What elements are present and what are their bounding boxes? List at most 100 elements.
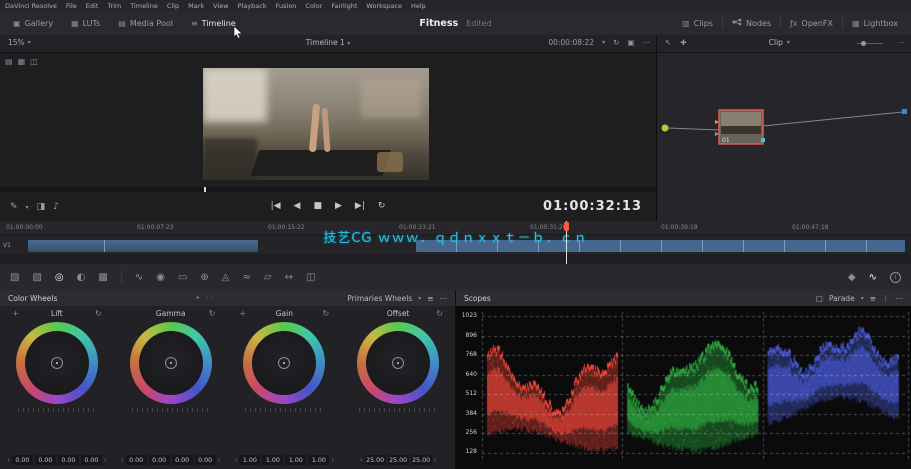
menu-timeline[interactable]: Timeline — [130, 2, 158, 10]
grid-view-icon[interactable]: ▤ — [5, 57, 13, 66]
play-reverse-button[interactable]: ◀ — [294, 201, 301, 211]
menu-color[interactable]: Color — [305, 2, 322, 10]
scope-mode-dropdown[interactable]: Parade — [829, 294, 855, 303]
menu-mark[interactable]: Mark — [188, 2, 204, 10]
menu-workspace[interactable]: Workspace — [366, 2, 402, 10]
loop-button[interactable]: ↻ — [378, 201, 386, 211]
gain-adjust-icon[interactable]: + — [240, 309, 247, 318]
menu-clip[interactable]: Clip — [167, 2, 179, 10]
info-icon[interactable]: i — [890, 271, 901, 283]
lift-reset-icon[interactable]: ↻ — [95, 309, 102, 318]
menu-fairlight[interactable]: Fairlight — [331, 2, 357, 10]
gain-value-b[interactable]: 1.00 — [308, 455, 330, 465]
gain-value-y[interactable]: 1.00 — [239, 455, 261, 465]
rgb-mixer-icon[interactable]: ▩ — [98, 272, 107, 283]
color-match-icon[interactable]: ▨ — [32, 272, 41, 283]
chevron-down-icon[interactable]: ▾ — [602, 39, 605, 46]
chevron-right-icon[interactable]: › — [218, 456, 221, 464]
refresh-icon[interactable]: ↻ — [613, 38, 619, 47]
gamma-value-b[interactable]: 0.00 — [194, 455, 216, 465]
curves-icon[interactable]: ∿ — [135, 272, 143, 283]
timeline-playhead[interactable] — [564, 221, 569, 264]
page-dots[interactable]: • ·· — [196, 294, 215, 302]
sizing-icon[interactable]: ↔ — [285, 272, 293, 283]
gamma-value-g[interactable]: 0.00 — [171, 455, 193, 465]
luts-button[interactable]: ▦ LUTs — [62, 11, 109, 35]
offset-reset-icon[interactable]: ↻ — [436, 309, 443, 318]
hdr-grade-icon[interactable]: ◐ — [77, 272, 86, 283]
chevron-down-icon[interactable]: ▾ — [26, 204, 29, 211]
scrub-playhead[interactable] — [204, 187, 206, 192]
lightbox-button[interactable]: ▦ Lightbox — [843, 11, 907, 35]
lift-value-r[interactable]: 0.00 — [34, 455, 56, 465]
openfx-button[interactable]: ƒx OpenFX — [781, 11, 842, 35]
audio-mute-icon[interactable]: ♪ — [53, 202, 59, 212]
gain-value-r[interactable]: 1.00 — [262, 455, 284, 465]
node-zoom-slider[interactable] — [857, 41, 883, 46]
color-wheels-icon[interactable]: ◎ — [55, 272, 64, 283]
chevron-left-icon[interactable]: ‹ — [235, 456, 238, 464]
scope-settings-icon[interactable]: ≡ — [870, 294, 876, 303]
magic-mask-icon[interactable]: ◬ — [222, 272, 230, 283]
chevron-right-icon[interactable]: › — [434, 456, 437, 464]
annotate-icon[interactable]: ✎ — [10, 202, 18, 212]
lift-color-wheel[interactable] — [15, 322, 98, 404]
thumb-view-icon[interactable]: ▦ — [18, 57, 26, 66]
keyframes-icon[interactable]: ◆ — [848, 272, 856, 283]
gamma-value-r[interactable]: 0.00 — [148, 455, 170, 465]
tracker-icon[interactable]: ⊕ — [200, 272, 208, 283]
wheels-settings-icon[interactable]: ≡ — [427, 294, 433, 303]
scope-more-icon[interactable]: ⋯ — [896, 294, 904, 303]
stereo-icon[interactable]: ◫ — [306, 272, 315, 283]
node-more-icon[interactable]: ⋯ — [898, 38, 906, 47]
qualifier-icon[interactable]: ◉ — [156, 272, 165, 283]
chevron-left-icon[interactable]: ‹ — [7, 456, 10, 464]
wheels-more-icon[interactable]: ⋯ — [440, 294, 448, 303]
wheels-mode-dropdown[interactable]: Primaries Wheels ▾ ≡ ⋯ — [347, 294, 447, 303]
chevron-right-icon[interactable]: › — [331, 456, 334, 464]
menu-help[interactable]: Help — [411, 2, 426, 10]
menu-app[interactable]: DaVinci Resolve — [5, 2, 57, 10]
pan-tool-icon[interactable]: ✚ — [680, 38, 686, 47]
gamma-reset-icon[interactable]: ↻ — [209, 309, 216, 318]
chevron-right-icon[interactable]: › — [104, 456, 107, 464]
expand-viewer-icon[interactable]: ▣ — [627, 38, 634, 47]
filter-view-icon[interactable]: ◫ — [30, 57, 38, 66]
go-to-end-button[interactable]: ▶| — [355, 201, 365, 211]
menu-view[interactable]: View — [213, 2, 228, 10]
viewer-more-icon[interactable]: ⋯ — [643, 38, 651, 47]
go-to-start-button[interactable]: |◀ — [271, 201, 281, 211]
chevron-left-icon[interactable]: ‹ — [360, 456, 363, 464]
camera-raw-icon[interactable]: ▧ — [10, 272, 19, 283]
lift-value-b[interactable]: 0.00 — [80, 455, 102, 465]
viewer-scrub-bar[interactable] — [0, 187, 656, 192]
pointer-tool-icon[interactable]: ↖ — [665, 38, 671, 47]
offset-value-r[interactable]: 25.00 — [364, 455, 386, 465]
lift-adjust-icon[interactable]: + — [12, 309, 19, 318]
menu-trim[interactable]: Trim — [107, 2, 121, 10]
menu-edit[interactable]: Edit — [86, 2, 99, 10]
nodes-button[interactable]: Nodes — [723, 11, 780, 35]
menu-fusion[interactable]: Fusion — [276, 2, 297, 10]
menu-file[interactable]: File — [66, 2, 77, 10]
offset-value-g[interactable]: 25.00 — [387, 455, 409, 465]
lift-value-g[interactable]: 0.00 — [57, 455, 79, 465]
lift-value-y[interactable]: 0.00 — [11, 455, 33, 465]
key-icon[interactable]: ▱ — [264, 272, 272, 283]
video-preview[interactable] — [203, 68, 429, 180]
node-mode-dropdown[interactable]: Clip ▾ — [769, 38, 790, 47]
wipe-compare-icon[interactable]: ◨ — [37, 202, 46, 212]
clip-timecode-dropdown[interactable]: 00:00:08:22 — [548, 38, 594, 47]
offset-master-slider[interactable] — [359, 408, 438, 412]
gain-reset-icon[interactable]: ↻ — [323, 309, 330, 318]
stop-button[interactable]: ■ — [313, 201, 322, 211]
gamma-color-wheel[interactable] — [129, 322, 212, 404]
media-pool-button[interactable]: ▤ Media Pool — [109, 11, 182, 35]
gamma-value-y[interactable]: 0.00 — [125, 455, 147, 465]
play-button[interactable]: ▶ — [335, 201, 342, 211]
scopes-toggle-icon[interactable]: ∿ — [869, 272, 877, 283]
gain-color-wheel[interactable] — [243, 322, 326, 404]
gallery-button[interactable]: ▣ Gallery — [4, 11, 62, 35]
offset-value-b[interactable]: 25.00 — [410, 455, 432, 465]
blur-icon[interactable]: ≈ — [243, 272, 251, 283]
